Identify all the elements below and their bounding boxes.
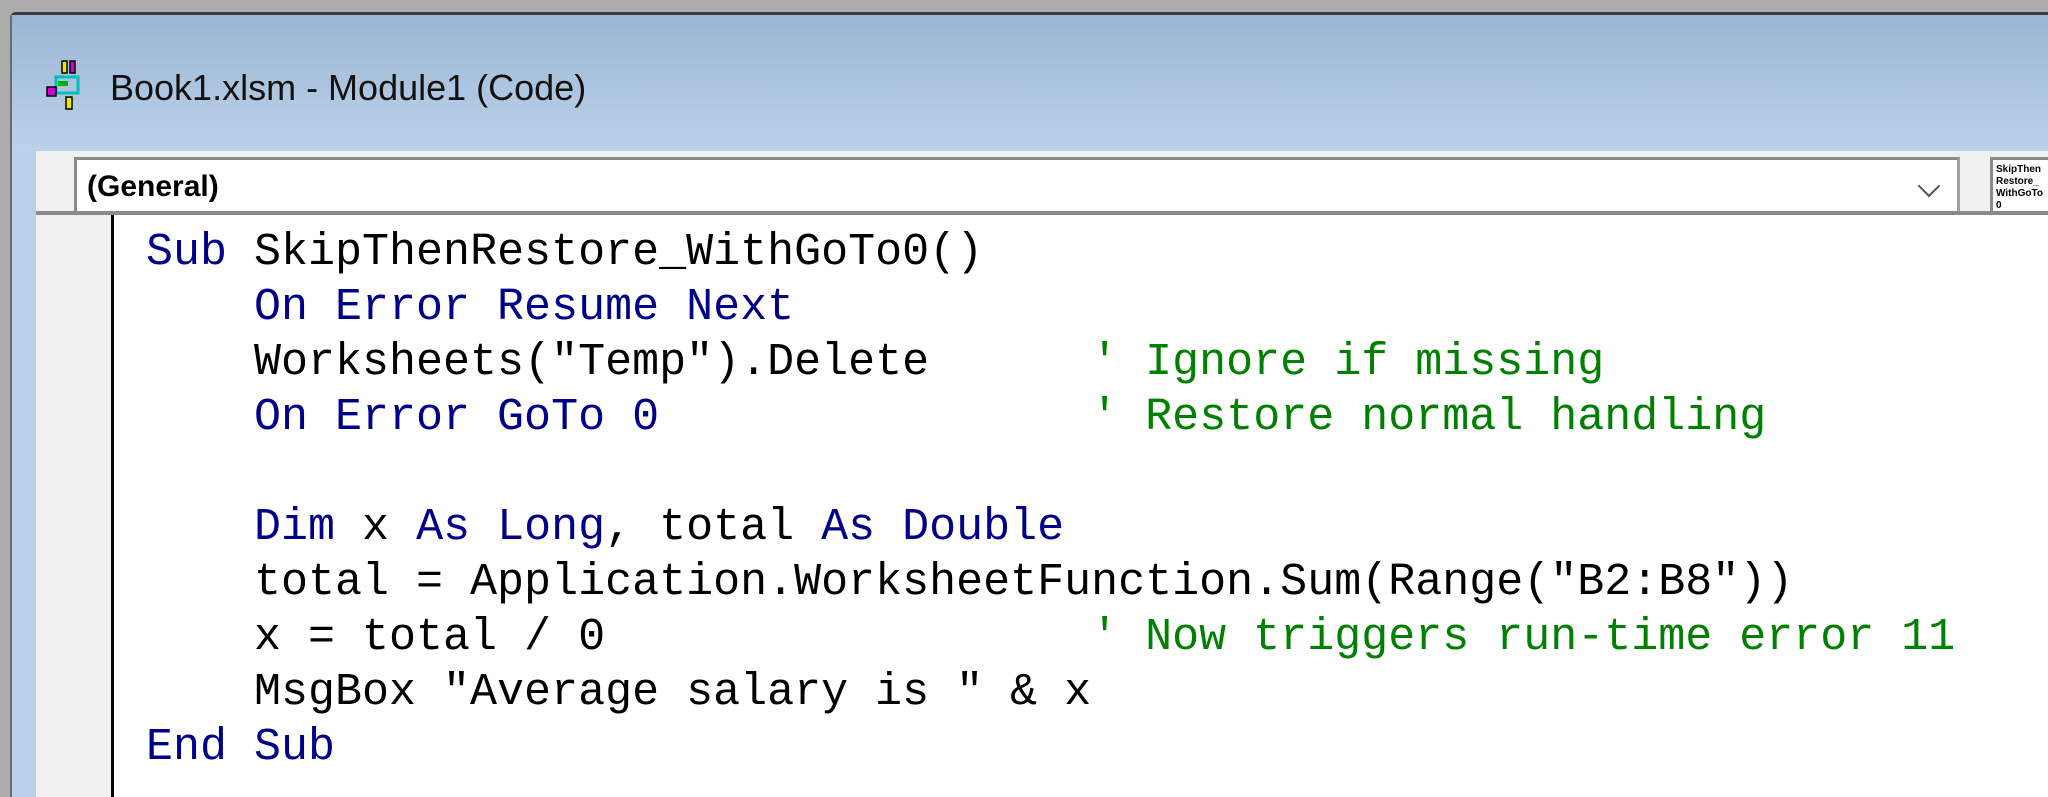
code-keyword: Sub	[146, 227, 255, 278]
code-keyword: As Double	[821, 502, 1065, 553]
code-line[interactable]	[146, 445, 1955, 500]
window-title: Book1.xlsm - Module1 (Code)	[110, 67, 587, 108]
vba-code-window: Book1.xlsm - Module1 (Code) (General) Sk…	[10, 12, 2048, 797]
code-line[interactable]: MsgBox "Average salary is " & x	[146, 665, 1955, 720]
code-comment: ' Restore normal handling	[1091, 392, 1767, 443]
code-token: total = Application.WorksheetFunction.Su…	[146, 557, 1794, 608]
code-line[interactable]: End Sub	[146, 720, 1955, 775]
code-keyword: Dim	[146, 502, 363, 553]
code-keyword: As Long	[416, 502, 606, 553]
code-line[interactable]: On Error Resume Next	[146, 280, 1955, 335]
code-comment: ' Now triggers run-time error 11	[1091, 612, 1956, 663]
object-dropdown-value: (General)	[87, 170, 219, 203]
code-toolbar: (General) SkipThenRestore_WithGoTo0	[36, 151, 2048, 215]
code-line[interactable]: Dim x As Long, total As Double	[146, 500, 1955, 555]
code-line[interactable]: x = total / 0 ' Now triggers run-time er…	[146, 610, 1955, 665]
code-token: Worksheets("Temp").Delete	[146, 337, 1092, 388]
code-token: MsgBox "Average salary is " & x	[146, 667, 1092, 718]
procedure-dropdown-value: SkipThenRestore_WithGoTo0	[1996, 164, 2043, 211]
procedure-dropdown[interactable]: SkipThenRestore_WithGoTo0	[1990, 157, 2048, 215]
vba-module-icon	[46, 60, 80, 110]
code-keyword: End Sub	[146, 722, 336, 773]
code-line[interactable]: On Error GoTo 0 ' Restore normal handlin…	[146, 390, 1955, 445]
code-token: , total	[605, 502, 822, 553]
code-text[interactable]: Sub SkipThenRestore_WithGoTo0() On Error…	[146, 225, 1955, 775]
code-token: x	[362, 502, 417, 553]
code-keyword: On Error Resume Next	[146, 282, 795, 333]
chevron-down-icon[interactable]	[1917, 174, 1941, 198]
object-dropdown[interactable]: (General)	[74, 157, 1960, 215]
code-line[interactable]: total = Application.WorksheetFunction.Su…	[146, 555, 1955, 610]
code-line[interactable]: Sub SkipThenRestore_WithGoTo0()	[146, 225, 1955, 280]
margin-indicator-bar[interactable]	[36, 215, 114, 797]
code-keyword: On Error GoTo 0	[146, 392, 660, 443]
code-editor[interactable]: Sub SkipThenRestore_WithGoTo0() On Error…	[36, 211, 2048, 797]
code-line[interactable]: Worksheets("Temp").Delete ' Ignore if mi…	[146, 335, 1955, 390]
code-token: x = total / 0	[146, 612, 1092, 663]
code-token: SkipThenRestore_WithGoTo0()	[254, 227, 984, 278]
code-comment: ' Ignore if missing	[1091, 337, 1605, 388]
title-bar[interactable]: Book1.xlsm - Module1 (Code)	[12, 15, 2048, 151]
